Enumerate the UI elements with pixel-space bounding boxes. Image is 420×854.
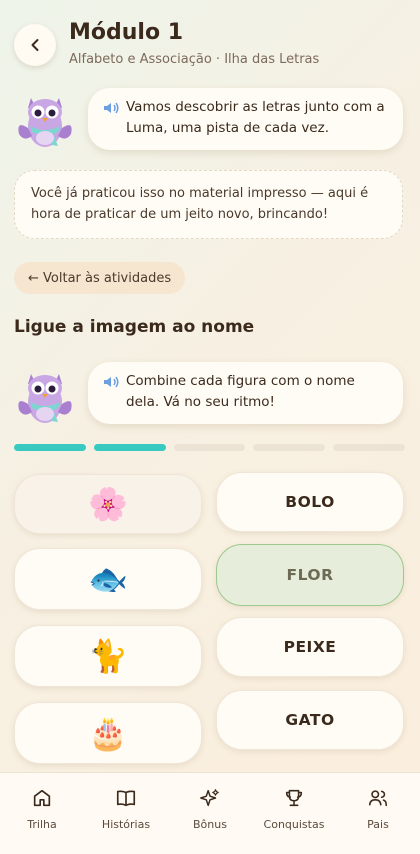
bottom-nav: Trilha Histórias Bônus Conquistas Pais [0,772,420,854]
image-card-cat[interactable]: 🐈 [14,625,202,687]
intro-speech-bubble[interactable]: Vamos descobrir as letras junto com a Lu… [88,88,403,150]
owl-mascot-icon [18,98,72,147]
speaker-icon[interactable] [102,100,120,116]
fish-emoji: 🐟 [88,560,128,598]
word-label: GATO [285,711,335,729]
activity-title: Ligue a imagem ao nome [14,317,255,337]
progress-segment [253,444,326,451]
word-card-peixe[interactable]: PEIXE [216,617,404,677]
progress-segment [93,444,166,451]
instruction-text: Combine cada figura com o nome dela. Vá … [126,373,355,410]
progress-segment [14,444,86,451]
progress-segment [173,444,246,451]
back-button[interactable] [14,24,56,66]
nav-label: Trilha [27,818,57,831]
image-card-fish[interactable]: 🐟 [14,548,202,610]
sparkles-icon [200,789,219,807]
nav-item-trilha[interactable]: Trilha [0,787,84,854]
nav-item-pais[interactable]: Pais [336,787,420,854]
progress-segment [333,444,405,451]
nav-item-bonus[interactable]: Bônus [168,787,252,854]
speaker-icon[interactable] [102,374,120,390]
practice-notice: Você já praticou isso no material impres… [14,170,403,239]
word-card-bolo[interactable]: BOLO [216,472,404,532]
word-label: FLOR [286,566,334,584]
intro-text: Vamos descobrir as letras junto com a Lu… [126,99,385,136]
back-to-activities-link[interactable]: ← Voltar às atividades [14,262,186,294]
word-label: BOLO [285,493,335,511]
cake-emoji: 🎂 [88,714,128,752]
nav-label: Conquistas [263,818,325,831]
nav-item-conquistas[interactable]: Conquistas [252,787,336,854]
nav-label: Bônus [193,818,227,831]
nav-label: Histórias [101,818,151,831]
chevron-left-icon [31,39,39,51]
trophy-icon [285,789,303,807]
progress-bar [14,444,405,452]
image-card-flower[interactable]: 🌸 [14,474,202,534]
word-card-gato[interactable]: GATO [216,690,404,750]
owl-mascot-icon [18,374,72,423]
nav-item-historias[interactable]: Histórias [84,787,168,854]
flower-emoji: 🌸 [88,485,128,523]
image-card-cake[interactable]: 🎂 [14,702,202,764]
word-label: PEIXE [283,638,337,656]
cat-emoji: 🐈 [88,637,128,675]
page-title: Módulo 1 [69,20,184,45]
nav-label: Pais [367,818,389,831]
book-icon [116,790,136,807]
header: Módulo 1 Alfabeto e Associação · Ilha da… [14,14,406,74]
word-card-flor[interactable]: FLOR [216,544,404,606]
instruction-speech-bubble[interactable]: Combine cada figura com o nome dela. Vá … [88,362,403,424]
users-icon [368,790,388,807]
page-subtitle: Alfabeto e Associação · Ilha das Letras [69,52,320,67]
home-icon [33,789,51,807]
